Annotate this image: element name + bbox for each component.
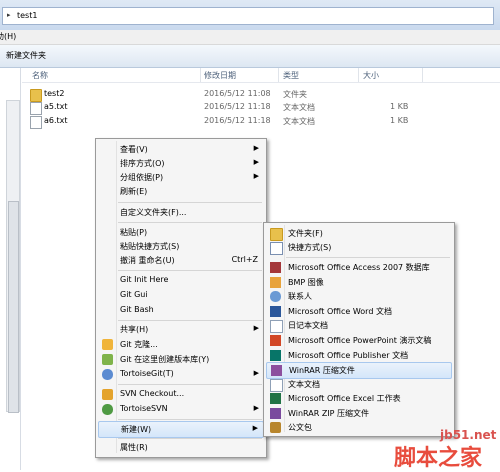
git-clone-icon bbox=[102, 339, 113, 350]
chevron-right-icon: ▶ bbox=[253, 144, 259, 152]
column-header-name[interactable]: 名称 bbox=[32, 70, 48, 81]
file-date: 2016/5/12 11:18 bbox=[204, 102, 271, 111]
menu-item-customize-folder[interactable]: 自定义文件夹(F)... bbox=[98, 205, 264, 220]
address-box[interactable]: ▸ test1 bbox=[2, 7, 494, 25]
menu-item-tortoisesvn[interactable]: TortoiseSVN ▶ bbox=[98, 402, 264, 417]
menu-item-git-bash[interactable]: Git Bash bbox=[98, 303, 264, 318]
nav-scrollbar-thumb[interactable] bbox=[8, 201, 19, 413]
new-item-shortcut[interactable]: 快捷方式(S) bbox=[266, 240, 452, 255]
chevron-right-icon: ▶ bbox=[253, 369, 259, 377]
context-menu: 查看(V) ▶ 排序方式(O) ▶ 分组依据(P) ▶ 刷新(E) 自定义文件夹(F)… bbox=[95, 138, 267, 458]
new-item-word[interactable]: Microsoft Office Word 文档 bbox=[266, 304, 452, 319]
menu-item-undo-rename[interactable]: 撤消 重命名(U) Ctrl+Z bbox=[98, 253, 264, 268]
menu-item-paste[interactable]: 粘贴(P) bbox=[98, 225, 264, 240]
shortcut-icon bbox=[270, 242, 283, 255]
nav-scrollbar[interactable] bbox=[6, 100, 20, 413]
new-item-excel[interactable]: Microsoft Office Excel 工作表 bbox=[266, 391, 452, 406]
new-submenu: 文件夹(F) 快捷方式(S) Microsoft Office Access 2… bbox=[263, 222, 455, 437]
column-header-date[interactable]: 修改日期 bbox=[204, 70, 236, 81]
breadcrumb-arrow-icon[interactable]: ▸ bbox=[7, 11, 11, 19]
powerpoint-icon bbox=[270, 335, 281, 346]
winrar-icon bbox=[271, 365, 282, 376]
menu-item-view[interactable]: 查看(V) ▶ bbox=[98, 142, 264, 157]
new-item-publisher[interactable]: Microsoft Office Publisher 文档 bbox=[266, 348, 452, 363]
menu-bar: 助(H) bbox=[0, 30, 500, 45]
menu-item-git-clone[interactable]: Git 克隆... bbox=[98, 337, 264, 352]
new-item-bmp[interactable]: BMP 图像 bbox=[266, 275, 452, 290]
column-header-size[interactable]: 大小 bbox=[363, 70, 379, 81]
file-size: 1 KB bbox=[390, 102, 409, 111]
new-item-access-db[interactable]: Microsoft Office Access 2007 数据库 bbox=[266, 260, 452, 275]
chevron-right-icon: ▶ bbox=[253, 404, 259, 412]
new-item-folder[interactable]: 文件夹(F) bbox=[266, 226, 452, 241]
svn-checkout-icon bbox=[102, 389, 113, 400]
new-item-briefcase[interactable]: 公文包 bbox=[266, 420, 452, 435]
new-item-journal[interactable]: 日记本文档 bbox=[266, 318, 452, 333]
menu-item-git-create-repo[interactable]: Git 在这里创建版本库(Y) bbox=[98, 352, 264, 367]
toolbar: 新建文件夹 bbox=[0, 45, 500, 68]
file-type: 文本文档 bbox=[283, 103, 315, 112]
excel-icon bbox=[270, 393, 281, 404]
new-item-text[interactable]: 文本文档 bbox=[266, 377, 452, 392]
menu-item-svn-checkout[interactable]: SVN Checkout... bbox=[98, 387, 264, 402]
menu-item-paste-shortcut[interactable]: 粘贴快捷方式(S) bbox=[98, 239, 264, 254]
menu-item-git-init[interactable]: Git Init Here bbox=[98, 273, 264, 288]
file-row[interactable]: a5.txt 2016/5/12 11:18 文本文档 1 KB bbox=[30, 101, 480, 115]
menu-item-tortoisegit[interactable]: TortoiseGit(T) ▶ bbox=[98, 367, 264, 382]
word-icon bbox=[270, 306, 281, 317]
menu-item-git-gui[interactable]: Git Gui bbox=[98, 288, 264, 303]
file-name: a5.txt bbox=[44, 102, 68, 111]
file-date: 2016/5/12 11:18 bbox=[204, 116, 271, 125]
chevron-right-icon: ▶ bbox=[252, 424, 258, 432]
winrar-zip-icon bbox=[270, 408, 281, 419]
briefcase-icon bbox=[270, 422, 281, 433]
file-type: 文本文档 bbox=[283, 117, 315, 126]
file-date: 2016/5/12 11:08 bbox=[204, 89, 271, 98]
text-file-icon bbox=[30, 116, 42, 129]
new-item-powerpoint[interactable]: Microsoft Office PowerPoint 演示文稿 bbox=[266, 333, 452, 348]
new-item-winrar-zip[interactable]: WinRAR ZIP 压缩文件 bbox=[266, 406, 452, 421]
menu-item-group-by[interactable]: 分组依据(P) ▶ bbox=[98, 170, 264, 185]
new-item-contact[interactable]: 联系人 bbox=[266, 289, 452, 304]
file-row[interactable]: test2 2016/5/12 11:08 文件夹 bbox=[30, 88, 480, 102]
breadcrumb-test1[interactable]: test1 bbox=[17, 11, 37, 20]
tortoisesvn-icon bbox=[102, 404, 113, 415]
menu-help[interactable]: 助(H) bbox=[0, 31, 16, 42]
text-file-icon bbox=[30, 102, 42, 115]
watermark-brand: 脚本之家 bbox=[394, 446, 483, 471]
chevron-right-icon: ▶ bbox=[253, 172, 259, 180]
chevron-right-icon: ▶ bbox=[253, 158, 259, 166]
column-headers: 名称 修改日期 类型 大小 bbox=[22, 68, 500, 83]
chevron-right-icon: ▶ bbox=[253, 324, 259, 332]
menu-item-share[interactable]: 共享(H) ▶ bbox=[98, 322, 264, 337]
bmp-image-icon bbox=[270, 277, 281, 288]
file-name: test2 bbox=[44, 89, 65, 98]
journal-icon bbox=[270, 320, 283, 333]
tortoisegit-icon bbox=[102, 369, 113, 380]
column-header-type[interactable]: 类型 bbox=[283, 70, 299, 81]
publisher-icon bbox=[270, 350, 281, 361]
new-folder-button[interactable]: 新建文件夹 bbox=[6, 50, 46, 61]
contact-icon bbox=[270, 291, 281, 302]
menu-item-refresh[interactable]: 刷新(E) bbox=[98, 184, 264, 199]
menu-item-properties[interactable]: 属性(R) bbox=[98, 440, 264, 455]
menu-item-new[interactable]: 新建(W) ▶ bbox=[98, 421, 264, 438]
file-type: 文件夹 bbox=[283, 90, 307, 99]
file-size: 1 KB bbox=[390, 116, 409, 125]
access-icon bbox=[270, 262, 281, 273]
git-repo-icon bbox=[102, 354, 113, 365]
menu-item-sort-by[interactable]: 排序方式(O) ▶ bbox=[98, 156, 264, 171]
file-row[interactable]: a6.txt 2016/5/12 11:18 文本文档 1 KB bbox=[30, 115, 480, 129]
address-bar: ▸ test1 bbox=[0, 0, 500, 31]
file-name: a6.txt bbox=[44, 116, 68, 125]
